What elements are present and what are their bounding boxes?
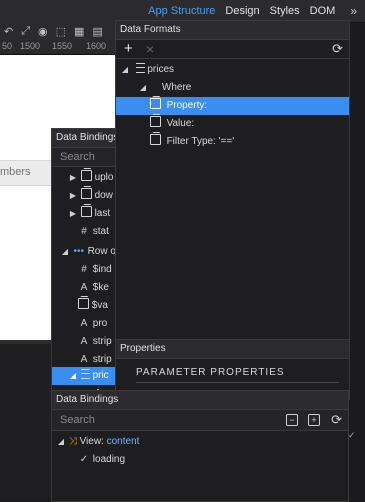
canvas-toolbar: ↶ ⤢ ◉ ⬚ ▦ ▤	[0, 22, 122, 40]
list-item[interactable]: ▶ dow	[68, 187, 113, 205]
collapse-icon[interactable]: −	[286, 414, 298, 426]
divider	[136, 382, 339, 383]
ruler: 50 1500 1550 1600	[0, 40, 118, 55]
tab-styles[interactable]: Styles	[265, 5, 305, 17]
tab-design[interactable]: Design	[220, 5, 264, 17]
list-item[interactable]: A pro	[78, 315, 108, 333]
check-icon: ✓	[79, 454, 89, 465]
tree-item-loading[interactable]: ✓ loading	[78, 451, 125, 469]
data-formats-toolbar: + × ⟳	[116, 40, 349, 59]
cursor-icon[interactable]: ⤢	[21, 25, 30, 38]
text-icon: A	[80, 318, 88, 329]
list-item[interactable]: # stat	[78, 223, 109, 241]
undo-icon[interactable]: ↶	[4, 25, 13, 38]
text-icon: A	[80, 282, 88, 293]
object-icon	[80, 170, 92, 181]
ruler-tick: 1500	[20, 41, 41, 51]
section-heading: PARAMETER PROPERTIES	[136, 367, 285, 378]
list-item[interactable]: ◢ ••• Row o	[60, 243, 116, 261]
code-icon[interactable]: ▤	[92, 25, 102, 38]
list-icon	[80, 369, 90, 379]
ruler-tick: 1550	[52, 41, 73, 51]
number-icon: #	[81, 264, 87, 275]
tab-dom[interactable]: DOM	[305, 5, 341, 17]
list-item[interactable]: ▶ last	[68, 205, 110, 223]
object-icon	[80, 188, 92, 199]
data-bindings-panel: Data Bindings Search − + ⟳ ◢ ⤨ View: con…	[51, 390, 349, 502]
list-item[interactable]: A strip	[78, 333, 112, 351]
remove-icon[interactable]: ×	[146, 40, 154, 58]
number-icon: #	[81, 226, 87, 237]
list-icon	[135, 63, 145, 73]
canvas-section-label: mbers	[0, 166, 31, 178]
object-icon	[150, 98, 161, 109]
qr-icon[interactable]: ▦	[74, 25, 84, 38]
status-area	[0, 340, 52, 500]
shuffle-icon: ⤨	[68, 436, 77, 447]
refresh-icon[interactable]: ⟳	[331, 410, 342, 430]
tab-app-structure[interactable]: App Structure	[143, 5, 220, 17]
tree-item-value[interactable]: Value:	[150, 115, 194, 133]
refresh-icon[interactable]: ⟳	[332, 41, 343, 57]
list-item[interactable]: # $ind	[78, 261, 111, 279]
check-icon: ✓	[348, 430, 356, 440]
search-bar: Search − + ⟳	[52, 410, 348, 431]
marquee-icon[interactable]: ⬚	[56, 25, 66, 38]
data-formats-panel: Data Formats + × ⟳ ◢ prices ◢ Where Prop…	[115, 20, 350, 400]
object-icon	[78, 298, 89, 309]
eye-icon[interactable]: ◉	[38, 25, 48, 38]
divider	[0, 340, 52, 344]
list-item[interactable]: $va	[78, 297, 108, 315]
tree-item-view[interactable]: ◢ ⤨ View: content	[56, 433, 140, 451]
object-icon	[150, 134, 161, 145]
tree-item-filter-type[interactable]: Filter Type: '=='	[150, 133, 234, 151]
panel-title: Data Formats	[116, 21, 349, 40]
list-item[interactable]: A $ke	[78, 279, 109, 297]
object-icon	[150, 116, 161, 127]
add-icon[interactable]: +	[124, 40, 133, 58]
text-icon: A	[80, 336, 88, 347]
search-input[interactable]: Search	[60, 414, 95, 426]
ruler-tick: 1600	[86, 41, 107, 51]
more-tabs-icon[interactable]: »	[340, 4, 365, 18]
tree-item-where[interactable]: ◢ Where	[138, 79, 191, 97]
properties-title: Properties	[116, 339, 349, 359]
object-icon	[80, 206, 92, 217]
ruler-tick: 50	[2, 41, 13, 51]
top-tabs: App Structure Design Styles DOM »	[143, 0, 365, 22]
tree-item-property[interactable]: Property:	[116, 97, 349, 115]
repeat-icon: •••	[73, 246, 85, 257]
list-item[interactable]: ▶ uplo	[68, 169, 113, 187]
panel-title: Data Bindings	[52, 391, 348, 410]
tree-item-prices[interactable]: ◢ prices	[120, 61, 174, 79]
expand-icon[interactable]: +	[308, 414, 320, 426]
